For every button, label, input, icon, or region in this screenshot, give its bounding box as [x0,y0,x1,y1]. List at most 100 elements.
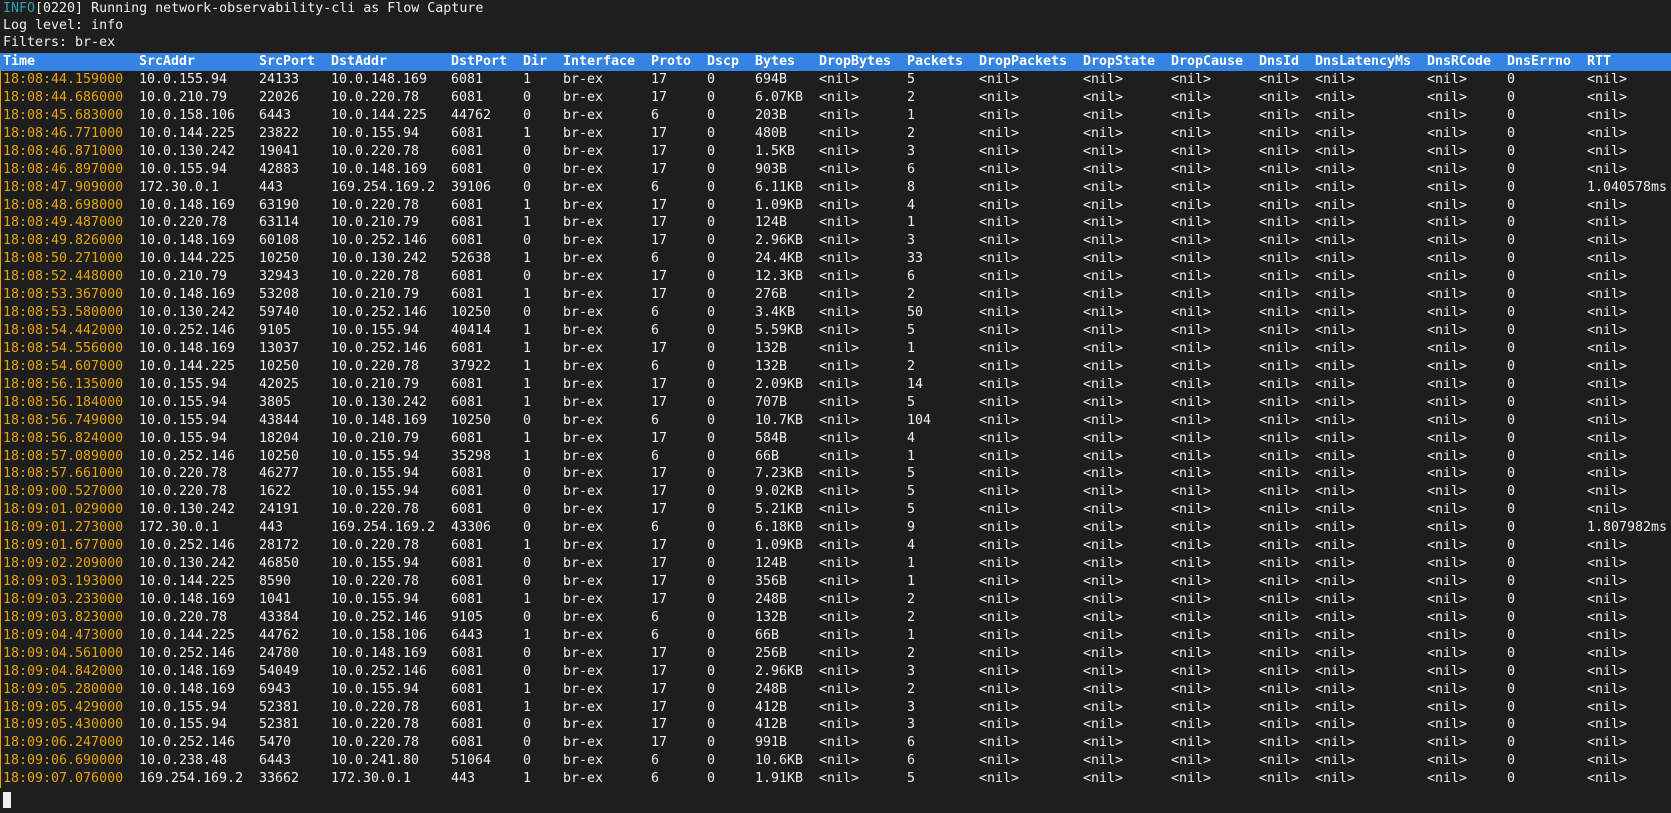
cell-rtt: <nil> [1587,574,1628,590]
cell-proto: 6 [651,609,660,625]
cell-srcaddr: 10.0.220.78 [139,484,228,500]
cell-dropbytes: <nil> [819,287,860,303]
cell-interface: br-ex [563,125,604,141]
cell-srcaddr: 10.0.148.169 [139,681,236,697]
table-row: 18:08:44.159000 10.0.155.94 24133 10.0.148.… [0,71,1671,89]
cell-dnslatencyms: <nil> [1315,323,1356,339]
cell-interface: br-ex [563,663,604,679]
row-marker [0,555,1,574]
cell-srcaddr: 10.0.220.78 [139,466,228,482]
terminal-cursor[interactable] [3,792,11,808]
cell-srcport: 3805 [259,394,292,410]
cell-rtt: <nil> [1587,609,1628,625]
cell-dstport: 6081 [451,430,484,446]
table-row: 18:08:54.556000 10.0.148.169 13037 10.0.252… [0,339,1671,358]
cell-srcport: 59740 [259,305,300,321]
cell-srcaddr: 10.0.252.146 [139,448,236,464]
cell-dir: 0 [523,556,532,572]
cell-srcaddr: 10.0.155.94 [139,394,228,410]
cell-dropbytes: <nil> [819,645,860,661]
cell-dnserrno: 0 [1507,574,1516,590]
cell-interface: br-ex [563,502,604,518]
cell-dnsrcode: <nil> [1427,233,1468,249]
cell-dnslatencyms: <nil> [1315,663,1356,679]
cell-bytes: 480B [755,125,788,141]
table-row: 18:08:48.698000 10.0.148.169 63190 10.0.220… [0,196,1671,215]
cell-rtt: <nil> [1587,627,1628,643]
cell-bytes: 991B [755,735,788,751]
cell-dropcause: <nil> [1171,179,1212,195]
cell-packets: 104 [907,412,932,428]
cell-dscp: 0 [707,699,716,715]
cell-dstport: 6081 [451,645,484,661]
cell-dnserrno: 0 [1507,538,1516,554]
cell-dnsid: <nil> [1259,143,1300,159]
cell-srcaddr: 10.0.252.146 [139,735,236,751]
column-header-dstport: DstPort [451,54,508,69]
cell-dnslatencyms: <nil> [1315,358,1356,374]
cell-proto: 17 [651,430,668,446]
cell-dscp: 0 [707,89,716,105]
cell-dstaddr: 10.0.148.169 [331,161,428,177]
cell-interface: br-ex [563,735,604,751]
cell-bytes: 6.18KB [755,520,804,536]
row-marker [0,644,1,663]
cell-dscp: 0 [707,466,716,482]
cell-dropcause: <nil> [1171,143,1212,159]
cell-srcport: 63114 [259,215,300,231]
cell-srcport: 19041 [259,143,300,159]
cell-dropcause: <nil> [1171,645,1212,661]
cell-time: 18:08:50.271000 [3,251,124,267]
cell-proto: 6 [651,179,660,195]
cell-dstport: 6081 [451,502,484,518]
cell-dropbytes: <nil> [819,717,860,733]
cell-interface: br-ex [563,484,604,500]
cell-dnserrno: 0 [1507,89,1516,105]
cell-rtt: <nil> [1587,412,1628,428]
cell-dnsrcode: <nil> [1427,305,1468,321]
table-row: 18:09:03.193000 10.0.144.225 8590 10.0.220.… [0,573,1671,592]
cell-dstaddr: 10.0.241.80 [331,753,420,769]
cell-droppackets: <nil> [979,556,1020,572]
cell-packets: 5 [907,502,916,518]
cell-dstport: 6081 [451,699,484,715]
cell-dscp: 0 [707,645,716,661]
cell-rtt: <nil> [1587,591,1628,607]
cell-dscp: 0 [707,753,716,769]
cell-dstport: 6081 [451,574,484,590]
cell-dstport: 6081 [451,466,484,482]
cell-dropstate: <nil> [1083,663,1124,679]
cell-time: 18:09:06.690000 [3,753,124,769]
cell-srcport: 32943 [259,269,300,285]
cell-rtt: <nil> [1587,287,1628,303]
table-row: 18:09:04.842000 10.0.148.169 54049 10.0.252… [0,662,1671,681]
cell-packets: 5 [907,466,916,482]
cell-packets: 1 [907,448,916,464]
column-header-dnsid: DnsId [1259,54,1300,69]
cell-dnsid: <nil> [1259,484,1300,500]
cell-droppackets: <nil> [979,251,1020,267]
cell-dnsid: <nil> [1259,340,1300,356]
cell-droppackets: <nil> [979,448,1020,464]
cell-srcport: 53208 [259,287,300,303]
cell-dstaddr: 10.0.130.242 [331,394,428,410]
cell-dnslatencyms: <nil> [1315,538,1356,554]
cell-time: 18:09:02.209000 [3,556,124,572]
cell-proto: 17 [651,645,668,661]
cell-dir: 0 [523,574,532,590]
cell-srcaddr: 172.30.0.1 [139,520,220,536]
cell-time: 18:08:54.442000 [3,323,124,339]
cell-srcport: 6443 [259,107,292,123]
cell-srcport: 52381 [259,717,300,733]
cell-dnsid: <nil> [1259,251,1300,267]
cell-dnserrno: 0 [1507,771,1516,787]
cell-dscp: 0 [707,72,716,87]
cell-dropstate: <nil> [1083,143,1124,159]
cell-dropstate: <nil> [1083,305,1124,321]
cell-droppackets: <nil> [979,717,1020,733]
cell-dnsrcode: <nil> [1427,627,1468,643]
cell-proto: 17 [651,502,668,518]
cell-dstaddr: 10.0.148.169 [331,645,428,661]
cell-dstaddr: 10.0.155.94 [331,484,420,500]
cell-dscp: 0 [707,771,716,787]
